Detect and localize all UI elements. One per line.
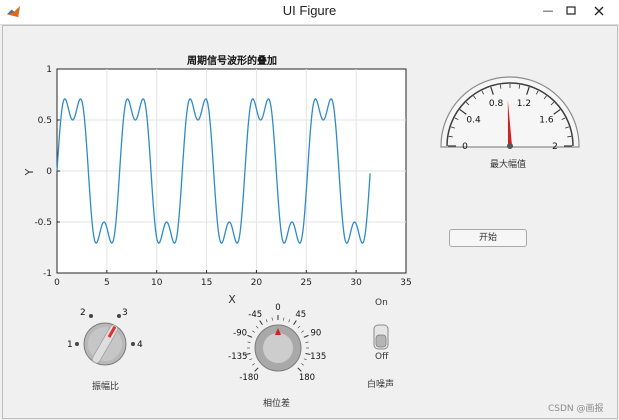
x-tick-label: 25	[301, 278, 312, 288]
phase-tick-label: 0	[275, 303, 280, 313]
y-tick-label: 0.5	[38, 116, 52, 126]
phase-tick	[247, 334, 253, 338]
phase-tick-label: 135	[310, 352, 326, 362]
phase-tick	[254, 367, 259, 372]
white-noise-toggle-switch[interactable]	[372, 323, 390, 351]
y-tick-label: 0	[46, 167, 52, 177]
y-tick-label: 1	[46, 65, 52, 75]
x-tick-label: 30	[350, 278, 362, 288]
phase-tick	[259, 320, 263, 325]
x-tick-label: 10	[151, 278, 163, 288]
gauge-tick-label: 1.6	[539, 116, 554, 126]
y-axis-label: Y	[23, 168, 36, 176]
phase-tick	[252, 330, 255, 333]
phase-tick-label: 90	[310, 328, 321, 338]
phase-tick	[265, 319, 268, 323]
phase-tick	[305, 341, 309, 343]
phase-tick	[249, 358, 253, 361]
switch-off-label: Off	[375, 352, 389, 362]
start-button[interactable]: 开始	[449, 229, 527, 247]
amplitude-option-3[interactable]: 3	[122, 308, 128, 318]
amplitude-option-4[interactable]: 4	[137, 340, 143, 350]
watermark-text: CSDN @画报	[548, 404, 604, 414]
phase-tick-label: -90	[233, 328, 247, 338]
x-tick-label: 15	[201, 278, 212, 288]
amplitude-ratio-knob[interactable]: 1 2 3 4	[60, 303, 160, 375]
phase-tick	[271, 317, 273, 321]
phase-difference-knob[interactable]: -180 -135 -90-45 0 45 90 135 180	[220, 302, 338, 386]
phase-tick	[297, 325, 301, 329]
phase-tick	[255, 325, 259, 329]
amplitude-knob-label: 振幅比	[92, 382, 120, 392]
gauge-label: 最大幅值	[490, 160, 527, 170]
gauge-tick-label: 0	[462, 142, 468, 150]
amplitude-option-1[interactable]: 1	[67, 340, 73, 350]
y-tick-label: -0.5	[34, 218, 52, 228]
x-tick-label: 0	[54, 278, 60, 288]
amplitude-option-2[interactable]: 2	[80, 308, 86, 318]
phase-tick-label: 45	[295, 310, 306, 320]
phase-tick	[301, 363, 304, 366]
phase-tick-label: -45	[248, 310, 262, 320]
gauge-tick-label: 2	[552, 142, 558, 150]
gauge-tick-label: 0.8	[489, 99, 504, 109]
y-tick-label: -1	[43, 269, 52, 279]
gauge-tick-label: 1.2	[517, 99, 531, 109]
phase-tick	[288, 319, 291, 323]
phase-tick-label: -135	[228, 352, 247, 362]
x-tick-label: 20	[251, 278, 263, 288]
phase-tick	[301, 330, 304, 333]
phase-tick	[297, 367, 302, 372]
phase-tick	[252, 363, 255, 366]
phase-tick	[247, 341, 251, 343]
phase-tick-label: 180	[299, 373, 315, 383]
phase-tick	[283, 317, 285, 321]
max-amplitude-gauge: 0 0.4 0.8 1.2 1.6 2	[440, 76, 580, 150]
phase-tick-label: -180	[239, 373, 258, 383]
phase-knob-label: 相位差	[263, 399, 291, 409]
phase-tick	[293, 320, 297, 325]
phase-tick	[303, 358, 307, 361]
x-tick-label: 5	[104, 278, 110, 288]
gauge-tick-label: 0.4	[466, 116, 481, 126]
noise-switch-label: 白噪声	[367, 380, 395, 390]
x-tick-label: 35	[400, 278, 411, 288]
switch-on-label: On	[375, 298, 388, 308]
plot-title: 周期信号波形的叠加	[187, 54, 277, 67]
phase-tick	[303, 334, 309, 338]
